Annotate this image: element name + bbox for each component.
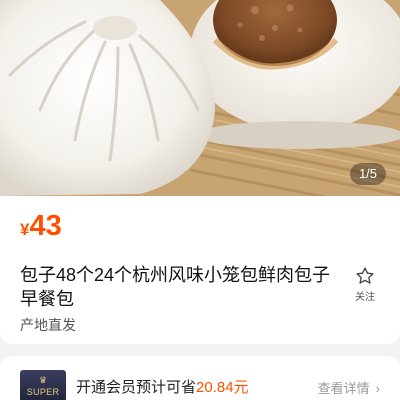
product-info-card: ¥43 包子48个24个杭州风味小笼包鲜肉包子早餐包 关注 产地直发 <box>0 196 400 344</box>
product-photo <box>0 0 400 196</box>
star-icon <box>356 267 374 284</box>
badge-text: SUPER <box>26 387 60 397</box>
promo-amount: 20.84元 <box>196 379 249 396</box>
view-details-link[interactable]: 查看详情 › <box>318 378 380 397</box>
promo-prefix: 开通会员预计可省 <box>76 379 197 396</box>
membership-promo-bar[interactable]: ♛ SUPER 开通会员预计可省20.84元 查看详情 › <box>0 356 400 400</box>
favorite-button[interactable]: 关注 <box>352 266 378 303</box>
crown-icon: ♛ <box>38 375 48 385</box>
favorite-label: 关注 <box>355 292 375 303</box>
product-price: ¥43 <box>20 212 62 241</box>
chevron-right-icon: › <box>375 381 380 396</box>
image-counter: 1/5 <box>350 163 386 185</box>
membership-promo-text: 开通会员预计可省20.84元 <box>76 376 249 397</box>
product-image-carousel[interactable]: 1/5 <box>0 0 400 196</box>
super-member-badge: ♛ SUPER <box>20 370 66 400</box>
price-value: 43 <box>29 210 62 242</box>
product-title: 包子48个24个杭州风味小笼包鲜肉包子早餐包 <box>20 265 331 309</box>
details-label: 查看详情 <box>317 381 370 396</box>
origin-tag: 产地直发 <box>20 317 76 333</box>
